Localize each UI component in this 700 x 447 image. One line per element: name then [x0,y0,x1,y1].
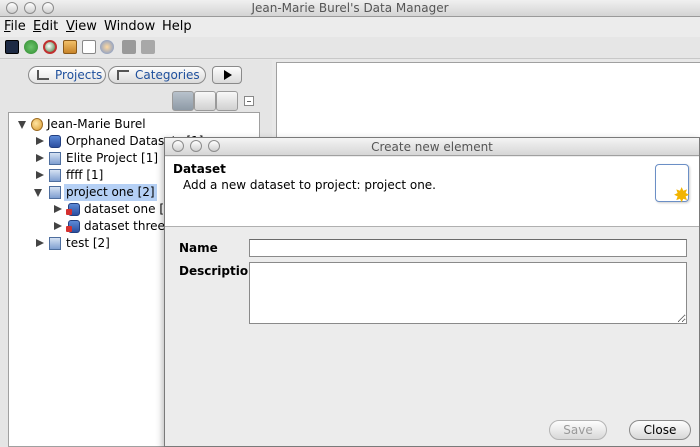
tree-node-label: Elite Project [1] [66,151,159,165]
create-element-dialog: Create new element Dataset Add a new dat… [164,137,700,447]
package-icon[interactable] [63,40,77,54]
monitor-icon[interactable] [5,40,19,54]
folder-icon[interactable] [141,40,155,54]
disclosure-closed-icon[interactable] [36,154,44,162]
tree-node-label: project one [2] [64,184,157,201]
dialog-header-subtitle: Add a new dataset to project: project on… [183,178,436,192]
zoom-icon[interactable] [43,40,57,54]
tab-categories[interactable]: Categories [108,66,206,84]
tab-categories-label: Categories [135,68,200,82]
project-icon [49,169,61,182]
tab-projects[interactable]: Projects [28,66,106,84]
filter-hierarchy-button[interactable] [172,91,194,111]
description-label: Description [179,264,257,278]
project-icon [49,186,61,199]
save-button[interactable]: Save [549,420,607,440]
menu-view[interactable]: View [66,19,97,34]
menubar: File Edit View Window Help [0,17,700,37]
user-icon [31,118,43,131]
disclosure-closed-icon[interactable] [36,137,44,145]
close-button[interactable]: Close [629,420,691,440]
dialog-header-title: Dataset [173,162,226,176]
dataset-icon [66,203,80,216]
toolbar [0,37,700,59]
hierarchy-icon [37,70,49,80]
name-field[interactable] [249,239,687,257]
menu-edit[interactable]: Edit [33,19,58,34]
disclosure-open-icon[interactable] [18,121,26,129]
project-icon [49,152,61,165]
dialog-titlebar: Create new element [165,138,699,156]
annotate-icon[interactable] [122,40,136,54]
tree-node-label: ffff [1] [66,168,104,182]
disclosure-open-icon[interactable] [34,189,42,197]
tree-node-label: test [2] [66,236,110,250]
window-title: Jean-Marie Burel's Data Manager [251,1,449,15]
window-titlebar: Jean-Marie Burel's Data Manager [0,0,700,17]
disclosure-closed-icon[interactable] [54,205,62,213]
categories-icon [117,70,129,80]
document-icon[interactable] [82,40,96,54]
tab-projects-label: Projects [55,68,103,82]
collapse-panel-button[interactable] [244,96,254,106]
menu-file[interactable]: File [4,19,26,34]
dialog-header: Dataset Add a new dataset to project: pr… [165,157,699,227]
tree-node-label: dataset one [1] [84,202,177,216]
tree-node-label: Jean-Marie Burel [47,117,146,131]
disclosure-closed-icon[interactable] [36,239,44,247]
description-field[interactable] [249,262,687,324]
menu-edit-label: dit [41,19,59,34]
disclosure-closed-icon[interactable] [36,171,44,179]
tab-scroll-arrow-button[interactable] [212,66,242,84]
menu-window[interactable]: Window [104,19,155,34]
users-icon[interactable] [100,40,114,54]
menu-file-label: ile [10,19,26,34]
disclosure-closed-icon[interactable] [54,222,62,230]
dataset-icon [66,220,80,233]
menu-view-mnemonic: V [66,19,75,34]
dataset-icon [49,135,61,148]
dialog-title: Create new element [371,140,493,154]
menu-view-label: iew [74,19,97,34]
name-label: Name [179,241,218,255]
menu-edit-mnemonic: E [33,19,42,34]
project-icon [49,237,61,250]
refresh-icon[interactable] [24,40,38,54]
menu-help[interactable]: Help [162,19,192,34]
filter-clock-button[interactable] [194,91,216,111]
new-element-icon [655,164,690,207]
filter-colors-button[interactable] [216,91,238,111]
